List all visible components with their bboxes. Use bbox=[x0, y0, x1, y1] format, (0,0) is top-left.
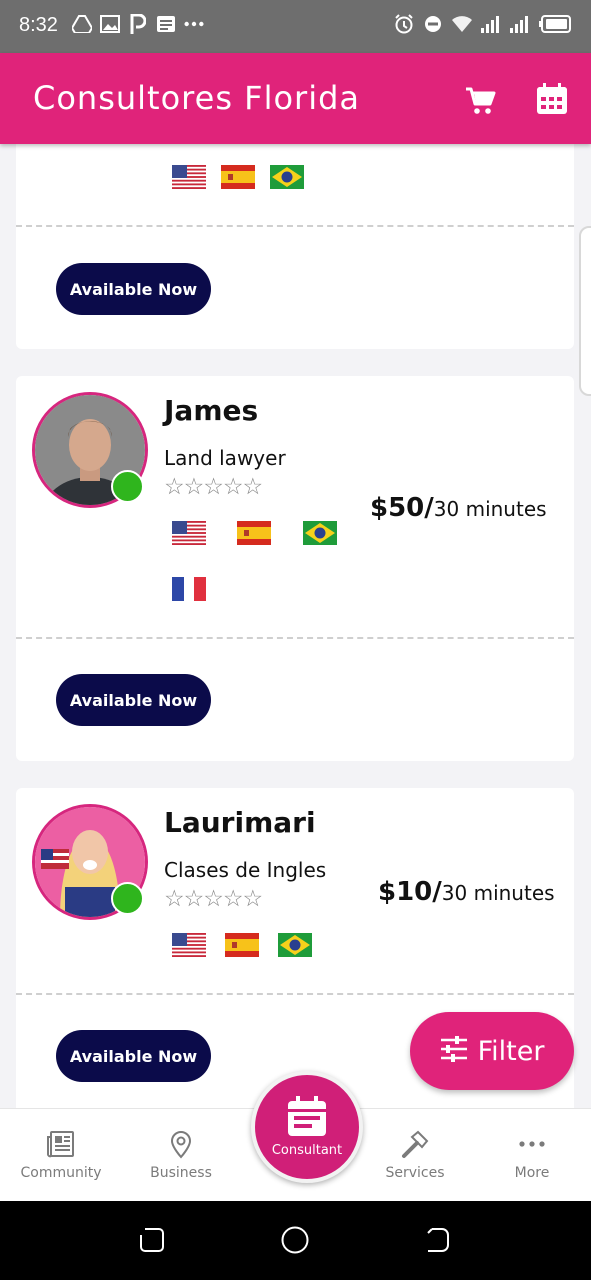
flag-es bbox=[225, 933, 259, 957]
price-amount: $50/ bbox=[370, 493, 434, 523]
available-now-button[interactable]: Available Now bbox=[56, 674, 211, 726]
sliders-icon bbox=[440, 1036, 468, 1066]
price-unit: 30 minutes bbox=[441, 881, 555, 905]
consultant-price: $10/30 minutes bbox=[378, 877, 555, 907]
parking-icon bbox=[128, 14, 148, 34]
calendar-icon bbox=[285, 1095, 329, 1139]
calendar-icon[interactable] bbox=[535, 82, 569, 116]
consultant-name: Laurimari bbox=[164, 806, 316, 839]
flag-us bbox=[172, 521, 206, 545]
news-icon bbox=[156, 14, 176, 34]
nav-label: Business bbox=[150, 1165, 212, 1181]
more-dots-icon bbox=[517, 1129, 547, 1159]
flag-br bbox=[270, 165, 304, 189]
system-nav-bar bbox=[0, 1201, 591, 1280]
map-pin-icon bbox=[166, 1129, 196, 1159]
nav-item-more[interactable]: More bbox=[477, 1109, 587, 1202]
side-scroll-handle[interactable] bbox=[579, 226, 591, 396]
rating-stars: ☆☆☆☆☆ bbox=[164, 474, 263, 500]
consultant-card[interactable]: James Land lawyer ☆☆☆☆☆ $50/30 minutes A… bbox=[16, 376, 574, 761]
drive-icon bbox=[72, 14, 92, 34]
nav-label: Community bbox=[20, 1165, 102, 1181]
signal-icon bbox=[510, 14, 530, 34]
status-left-icons bbox=[72, 14, 204, 34]
flag-es bbox=[237, 521, 271, 545]
available-now-button[interactable]: Available Now bbox=[56, 1030, 211, 1082]
online-status-dot bbox=[111, 470, 144, 503]
consultant-name: James bbox=[164, 394, 259, 427]
consultant-role: Land lawyer bbox=[164, 446, 286, 470]
flag-br bbox=[303, 521, 337, 545]
more-dots-icon bbox=[184, 14, 204, 34]
wifi-icon bbox=[452, 14, 472, 34]
nav-item-services[interactable]: Services bbox=[360, 1109, 470, 1202]
filter-button[interactable]: Filter bbox=[410, 1012, 574, 1090]
alarm-icon bbox=[394, 14, 414, 34]
home-icon[interactable] bbox=[280, 1225, 310, 1255]
online-status-dot bbox=[111, 882, 144, 915]
nav-item-business[interactable]: Business bbox=[126, 1109, 236, 1202]
signal-icon bbox=[481, 14, 501, 34]
recent-apps-icon[interactable] bbox=[137, 1225, 167, 1255]
rating-stars: ☆☆☆☆☆ bbox=[164, 886, 263, 912]
nav-item-community[interactable]: Community bbox=[6, 1109, 116, 1202]
consultant-role: Clases de Ingles bbox=[164, 858, 327, 882]
battery-icon bbox=[539, 14, 571, 34]
app-title: Consultores Florida bbox=[33, 79, 360, 117]
image-icon bbox=[100, 14, 120, 34]
hammer-icon bbox=[400, 1129, 430, 1159]
cart-icon[interactable] bbox=[464, 85, 496, 117]
flag-us bbox=[172, 933, 206, 957]
dnd-icon bbox=[423, 14, 443, 34]
filter-label: Filter bbox=[477, 1035, 545, 1067]
divider bbox=[16, 225, 574, 227]
back-icon[interactable] bbox=[422, 1225, 452, 1255]
nav-item-consultant[interactable]: Consultant bbox=[251, 1071, 363, 1183]
app-bar: Consultores Florida bbox=[0, 53, 591, 144]
available-now-button[interactable]: Available Now bbox=[56, 263, 211, 315]
consultant-price: $50/30 minutes bbox=[370, 493, 547, 523]
flag-es bbox=[221, 165, 255, 189]
flag-us bbox=[172, 165, 206, 189]
status-time: 8:32 bbox=[19, 14, 58, 36]
nav-label: Consultant bbox=[271, 1143, 343, 1158]
newspaper-icon bbox=[46, 1129, 76, 1159]
status-right-icons bbox=[394, 14, 571, 34]
divider bbox=[16, 993, 574, 995]
nav-label: Services bbox=[385, 1165, 445, 1181]
flag-br bbox=[278, 933, 312, 957]
flag-fr bbox=[172, 577, 206, 601]
nav-label: More bbox=[514, 1165, 550, 1181]
status-bar: 8:32 bbox=[0, 0, 591, 53]
divider bbox=[16, 637, 574, 639]
price-unit: 30 minutes bbox=[433, 497, 547, 521]
price-amount: $10/ bbox=[378, 877, 442, 907]
